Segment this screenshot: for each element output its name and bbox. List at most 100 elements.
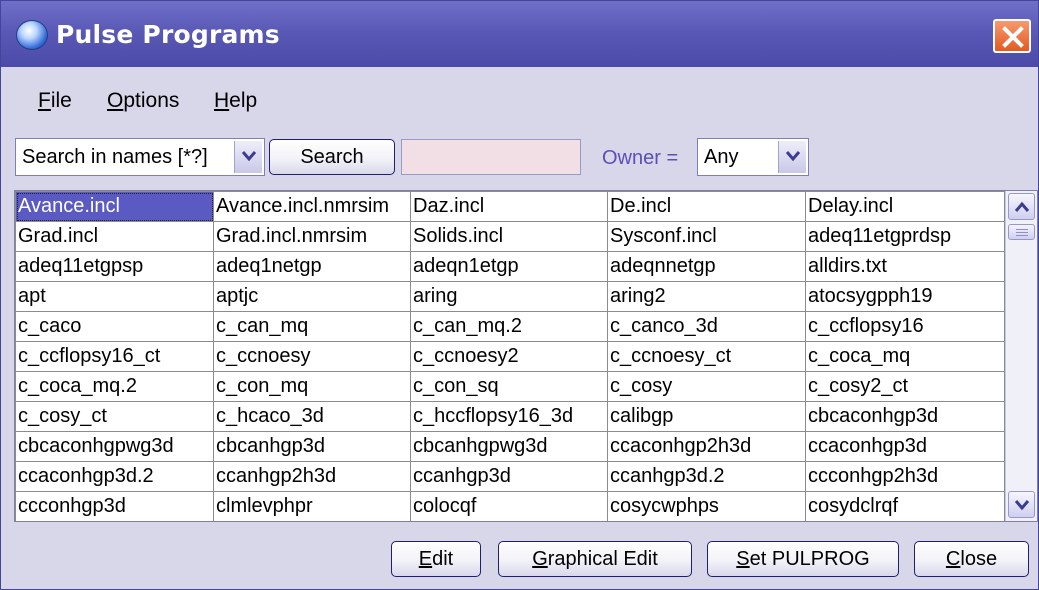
table-cell[interactable]: c_coca_mq: [805, 341, 1005, 372]
owner-value: Any: [704, 146, 739, 168]
button-bar: Edit Graphical Edit Set PULPROG Close: [1, 522, 1038, 589]
table-row[interactable]: c_coca_mq.2 c_con_mq c_con_sq c_cosy c_cosy2…: [15, 371, 1005, 402]
window-title: Pulse Programs: [56, 20, 280, 49]
table-cell[interactable]: c_can_mq: [213, 311, 411, 342]
table-cell[interactable]: adeqn1etgp: [410, 251, 608, 282]
search-scope-value: Search in names [*?]: [22, 146, 208, 168]
table-cell[interactable]: cbcaconhgp3d: [805, 401, 1005, 432]
chevron-down-icon: [241, 151, 257, 162]
table-cell[interactable]: c_cosy_ct: [15, 401, 214, 432]
table-row[interactable]: Avance.incl Avance.incl.nmrsim Daz.incl De.…: [15, 191, 1005, 222]
table-cell[interactable]: calibgp: [607, 401, 806, 432]
table-cell[interactable]: colocqf: [410, 491, 608, 522]
menu-file[interactable]: File: [38, 89, 72, 113]
table-cell[interactable]: c_con_sq: [410, 371, 608, 402]
chevron-down-icon: [785, 151, 801, 162]
table-cell[interactable]: Daz.incl: [410, 191, 608, 222]
set-pulprog-button[interactable]: Set PULPROG: [707, 541, 899, 577]
table-row[interactable]: adeq11etgpsp adeq1netgp adeqn1etgp adeqnnet…: [15, 251, 1005, 282]
arrow-up-icon: [1014, 201, 1030, 212]
close-icon: [1002, 26, 1024, 48]
owner-select[interactable]: Any: [697, 138, 809, 176]
search-scope-select[interactable]: Search in names [*?]: [15, 138, 265, 176]
table-cell[interactable]: c_ccnoesy: [213, 341, 411, 372]
table-cell[interactable]: apt: [15, 281, 214, 312]
table-cell[interactable]: ccaconhgp3d: [805, 431, 1005, 462]
table-cell[interactable]: adeq11etgpsp: [15, 251, 214, 282]
table-cell[interactable]: Grad.incl.nmrsim: [213, 221, 411, 252]
table-cell[interactable]: Sysconf.incl: [607, 221, 806, 252]
table-cell[interactable]: c_ccnoesy2: [410, 341, 608, 372]
table-cell[interactable]: c_hcaco_3d: [213, 401, 411, 432]
search-button[interactable]: Search: [269, 139, 395, 175]
table-cell[interactable]: c_hccflopsy16_3d: [410, 401, 608, 432]
table-cell[interactable]: cbcaconhgpwg3d: [15, 431, 214, 462]
arrow-down-icon: [1014, 500, 1030, 511]
table-cell[interactable]: ccanhgp2h3d: [213, 461, 411, 492]
table-cell[interactable]: c_can_mq.2: [410, 311, 608, 342]
table-cell[interactable]: alldirs.txt: [805, 251, 1005, 282]
table-cell[interactable]: ccanhgp3d: [410, 461, 608, 492]
vertical-scrollbar[interactable]: [1005, 191, 1037, 521]
graphical-edit-button[interactable]: Graphical Edit: [498, 541, 692, 577]
search-toolbar: Search in names [*?] Search Owner = Any: [1, 127, 1038, 187]
pulse-programs-window: Pulse Programs File Options Help Search …: [0, 0, 1039, 590]
scroll-thumb[interactable]: [1008, 224, 1035, 240]
table-cell[interactable]: c_ccnoesy_ct: [607, 341, 806, 372]
search-scope-dropdown-button[interactable]: [234, 141, 262, 173]
table-cell[interactable]: aring: [410, 281, 608, 312]
table-row[interactable]: c_cosy_ct c_hcaco_3d c_hccflopsy16_3d calib…: [15, 401, 1005, 432]
table-row[interactable]: Grad.incl Grad.incl.nmrsim Solids.incl Sysc…: [15, 221, 1005, 252]
table-row[interactable]: c_ccflopsy16_ct c_ccnoesy c_ccnoesy2 c_ccno…: [15, 341, 1005, 372]
owner-label: Owner =: [602, 147, 679, 169]
table-cell[interactable]: cbcanhgpwg3d: [410, 431, 608, 462]
table-row[interactable]: ccaconhgp3d.2 ccanhgp2h3d ccanhgp3d ccanhgp…: [15, 461, 1005, 492]
table-cell[interactable]: ccaconhgp3d.2: [15, 461, 214, 492]
table-cell[interactable]: c_coca_mq.2: [15, 371, 214, 402]
scroll-up-button[interactable]: [1008, 193, 1035, 220]
owner-dropdown-button[interactable]: [778, 141, 806, 173]
table-cell[interactable]: cosycwphps: [607, 491, 806, 522]
table-cell[interactable]: adeqnnetgp: [607, 251, 806, 282]
table-cell[interactable]: De.incl: [607, 191, 806, 222]
table-row[interactable]: cbcaconhgpwg3d cbcanhgp3d cbcanhgpwg3d ccac…: [15, 431, 1005, 462]
table-row[interactable]: apt aptjc aring aring2 atocsygpph19: [15, 281, 1005, 312]
table-cell[interactable]: Grad.incl: [15, 221, 214, 252]
close-window-button[interactable]: [993, 19, 1031, 53]
menu-options[interactable]: Options: [107, 89, 179, 113]
close-button[interactable]: Close: [914, 541, 1029, 577]
table-row[interactable]: ccconhgp3d clmlevphpr colocqf cosycwphps cos…: [15, 491, 1005, 522]
table-cell[interactable]: atocsygpph19: [805, 281, 1005, 312]
table-cell[interactable]: clmlevphpr: [213, 491, 411, 522]
table-cell[interactable]: cbcanhgp3d: [213, 431, 411, 462]
table-cell[interactable]: Solids.incl: [410, 221, 608, 252]
table-cell[interactable]: cosydclrqf: [805, 491, 1005, 522]
table-cell[interactable]: Avance.incl.nmrsim: [213, 191, 411, 222]
table-cell[interactable]: c_caco: [15, 311, 214, 342]
edit-button[interactable]: Edit: [391, 541, 481, 577]
table-cell[interactable]: c_canco_3d: [607, 311, 806, 342]
table-cell[interactable]: adeq1netgp: [213, 251, 411, 282]
table-cell[interactable]: ccaconhgp2h3d: [607, 431, 806, 462]
scroll-down-button[interactable]: [1008, 491, 1035, 518]
table-cell[interactable]: c_con_mq: [213, 371, 411, 402]
table-cell[interactable]: c_ccflopsy16_ct: [15, 341, 214, 372]
table-cell[interactable]: Delay.incl: [805, 191, 1005, 222]
table-cell[interactable]: c_cosy2_ct: [805, 371, 1005, 402]
menu-bar: File Options Help: [1, 67, 1038, 127]
table-row[interactable]: c_caco c_can_mq c_can_mq.2 c_canco_3d c_ccfl…: [15, 311, 1005, 342]
table-cell[interactable]: c_ccflopsy16: [805, 311, 1005, 342]
table-cell[interactable]: adeq11etgprdsp: [805, 221, 1005, 252]
table-cell[interactable]: ccanhgp3d.2: [607, 461, 806, 492]
menu-help[interactable]: Help: [214, 89, 257, 113]
table-cell[interactable]: c_cosy: [607, 371, 806, 402]
title-bar[interactable]: Pulse Programs: [1, 1, 1038, 67]
table-cell[interactable]: aptjc: [213, 281, 411, 312]
pulse-app-icon: [16, 20, 48, 50]
table-cell[interactable]: Avance.incl: [15, 191, 214, 222]
table-cell[interactable]: aring2: [607, 281, 806, 312]
search-input[interactable]: [401, 139, 581, 175]
pulse-program-table: Avance.incl Avance.incl.nmrsim Daz.incl De.…: [15, 191, 1005, 522]
table-cell[interactable]: ccconhgp2h3d: [805, 461, 1005, 492]
table-cell[interactable]: ccconhgp3d: [15, 491, 214, 522]
